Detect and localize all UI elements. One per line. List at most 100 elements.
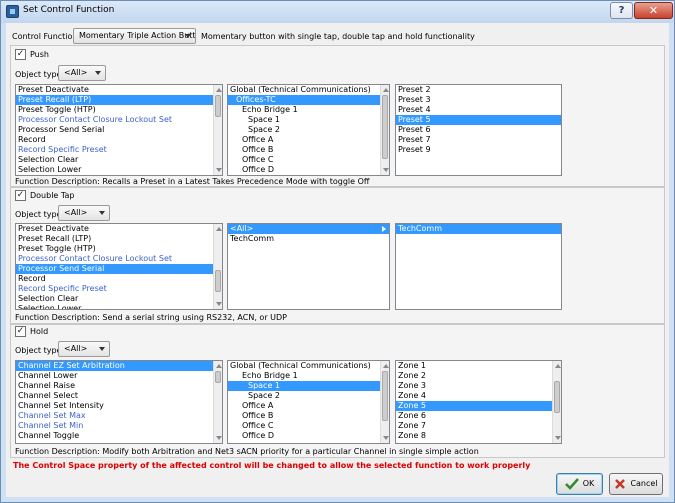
function-list-scrollbar[interactable] bbox=[213, 361, 222, 443]
scroll-thumb[interactable] bbox=[215, 270, 221, 292]
target-list[interactable]: TechComm bbox=[395, 223, 562, 310]
function-item[interactable]: Processor Send Serial bbox=[16, 264, 222, 274]
scroll-down-icon[interactable] bbox=[216, 168, 222, 172]
target-list-scrollbar[interactable] bbox=[552, 361, 561, 443]
function-item[interactable]: Channel EZ Set Arbitration bbox=[16, 361, 222, 371]
location-item[interactable]: Echo Bridge 1 bbox=[228, 371, 389, 381]
function-item[interactable]: Channel Raise bbox=[16, 381, 222, 391]
target-list[interactable]: Preset 2 Preset 3 Preset 4 Preset 5 Preset 6… bbox=[395, 84, 562, 176]
target-item[interactable]: Preset 3 bbox=[396, 95, 561, 105]
function-list[interactable]: Preset Deactivate Preset Recall (LTP) Pres… bbox=[15, 84, 223, 176]
scroll-thumb[interactable] bbox=[382, 95, 388, 159]
location-list[interactable]: <All> TechComm bbox=[227, 223, 390, 310]
target-item[interactable]: Preset 9 bbox=[396, 145, 561, 155]
scroll-up-icon[interactable] bbox=[383, 364, 389, 368]
target-item[interactable]: Zone 2 bbox=[396, 371, 561, 381]
function-item[interactable]: Preset Deactivate bbox=[16, 224, 222, 234]
scroll-up-icon[interactable] bbox=[383, 88, 389, 92]
cancel-button[interactable]: Cancel bbox=[609, 473, 663, 495]
target-item[interactable]: TechComm bbox=[396, 224, 561, 234]
function-list[interactable]: Preset Deactivate Preset Recall (LTP) Pres… bbox=[15, 223, 223, 310]
scroll-down-icon[interactable] bbox=[555, 436, 561, 440]
function-item[interactable]: Preset Recall (LTP) bbox=[16, 95, 222, 105]
object-type-dropdown[interactable]: <All> bbox=[58, 205, 110, 221]
location-item[interactable]: Office B bbox=[228, 145, 389, 155]
function-item[interactable]: Selection Clear bbox=[16, 294, 222, 304]
scroll-down-icon[interactable] bbox=[383, 436, 389, 440]
target-list[interactable]: Zone 1 Zone 2 Zone 3 Zone 4 Zone 5 Zone 6 Zone… bbox=[395, 360, 562, 444]
target-item[interactable]: Preset 4 bbox=[396, 105, 561, 115]
scroll-thumb[interactable] bbox=[215, 371, 221, 383]
scroll-up-icon[interactable] bbox=[216, 227, 222, 231]
location-item[interactable]: Office C bbox=[228, 421, 389, 431]
target-item[interactable]: Zone 4 bbox=[396, 391, 561, 401]
function-item[interactable]: Channel Lower bbox=[16, 371, 222, 381]
location-item[interactable]: Office D bbox=[228, 165, 389, 175]
scroll-down-icon[interactable] bbox=[216, 436, 222, 440]
function-item[interactable]: Processor Send Serial bbox=[16, 125, 222, 135]
function-item[interactable]: Preset Recall (LTP) bbox=[16, 234, 222, 244]
function-item[interactable]: Preset Deactivate bbox=[16, 85, 222, 95]
ok-button[interactable]: OK bbox=[556, 473, 603, 495]
function-item[interactable]: Channel Set Min bbox=[16, 421, 222, 431]
function-item[interactable]: Record bbox=[16, 135, 222, 145]
target-item[interactable]: Preset 2 bbox=[396, 85, 561, 95]
function-item[interactable]: Channel Toggle bbox=[16, 431, 222, 441]
target-item[interactable]: Zone 6 bbox=[396, 411, 561, 421]
location-item[interactable]: Space 2 bbox=[228, 125, 389, 135]
location-item[interactable]: TechComm bbox=[228, 234, 389, 244]
object-type-dropdown[interactable]: <All> bbox=[58, 65, 106, 81]
scroll-up-icon[interactable] bbox=[216, 364, 222, 368]
target-item[interactable]: Zone 7 bbox=[396, 421, 561, 431]
function-list[interactable]: Channel EZ Set Arbitration Channel Lower C… bbox=[15, 360, 223, 444]
scroll-up-icon[interactable] bbox=[216, 88, 222, 92]
function-item[interactable]: Processor Contact Closure Lockout Set bbox=[16, 254, 222, 264]
title-bar[interactable]: Set Control Function ? ✕ bbox=[1, 1, 674, 23]
location-item[interactable]: Office B bbox=[228, 411, 389, 421]
hold-checkbox[interactable]: ✓ bbox=[15, 326, 26, 337]
control-function-dropdown[interactable]: Momentary Triple Action Button bbox=[73, 28, 196, 44]
function-item[interactable]: Preset Toggle (HTP) bbox=[16, 244, 222, 254]
location-list-scrollbar[interactable] bbox=[380, 361, 389, 443]
scroll-thumb[interactable] bbox=[554, 381, 560, 413]
function-item[interactable]: Processor Contact Closure Lockout Set bbox=[16, 115, 222, 125]
scroll-thumb[interactable] bbox=[215, 95, 221, 117]
location-list[interactable]: Global (Technical Communications) Offices… bbox=[227, 84, 390, 176]
location-list[interactable]: Global (Technical Communications) Echo Br… bbox=[227, 360, 390, 444]
location-item[interactable]: Global (Technical Communications) bbox=[228, 85, 389, 95]
function-item[interactable]: Channel Set Max bbox=[16, 411, 222, 421]
function-item[interactable]: Record Specific Preset bbox=[16, 284, 222, 294]
location-item[interactable]: Offices-TC bbox=[228, 95, 389, 105]
location-item[interactable]: Global (Technical Communications) bbox=[228, 361, 389, 371]
location-item[interactable]: Echo Bridge 1 bbox=[228, 105, 389, 115]
scroll-thumb[interactable] bbox=[382, 371, 388, 421]
target-item[interactable]: Preset 6 bbox=[396, 125, 561, 135]
function-item[interactable]: Selection Lower bbox=[16, 304, 222, 309]
object-type-dropdown[interactable]: <All> bbox=[58, 341, 110, 357]
location-item[interactable]: Office A bbox=[228, 135, 389, 145]
target-item[interactable]: Zone 1 bbox=[396, 361, 561, 371]
scroll-down-icon[interactable] bbox=[383, 168, 389, 172]
function-item[interactable]: Record Specific Preset bbox=[16, 145, 222, 155]
location-item[interactable]: Space 1 bbox=[228, 381, 389, 391]
push-checkbox[interactable]: ✓ bbox=[15, 49, 26, 60]
target-item[interactable]: Zone 5 bbox=[396, 401, 561, 411]
scroll-up-icon[interactable] bbox=[555, 364, 561, 368]
location-item[interactable]: Office C bbox=[228, 155, 389, 165]
target-item[interactable]: Preset 5 bbox=[396, 115, 561, 125]
double-tap-checkbox[interactable]: ✓ bbox=[15, 190, 26, 201]
location-item[interactable]: Space 2 bbox=[228, 391, 389, 401]
function-item[interactable]: Record bbox=[16, 274, 222, 284]
function-list-scrollbar[interactable] bbox=[213, 224, 222, 309]
function-list-scrollbar[interactable] bbox=[213, 85, 222, 175]
location-item[interactable]: <All> bbox=[228, 224, 389, 234]
help-button[interactable]: ? bbox=[610, 2, 633, 19]
close-button[interactable]: ✕ bbox=[634, 2, 673, 19]
scroll-down-icon[interactable] bbox=[216, 302, 222, 306]
location-item[interactable]: Space 1 bbox=[228, 115, 389, 125]
function-item[interactable]: Selection Clear bbox=[16, 155, 222, 165]
function-item[interactable]: Channel Set Intensity bbox=[16, 401, 222, 411]
location-list-scrollbar[interactable] bbox=[380, 85, 389, 175]
function-item[interactable]: Channel Select bbox=[16, 391, 222, 401]
location-item[interactable]: Office A bbox=[228, 401, 389, 411]
